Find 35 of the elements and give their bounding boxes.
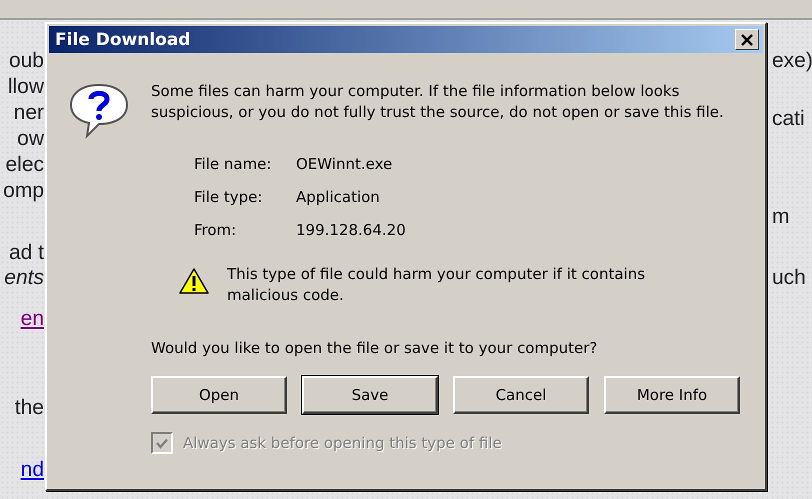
page-text: uch (772, 265, 806, 290)
dialog-button[interactable]: Open (151, 376, 287, 414)
page-text: omp (3, 178, 44, 203)
page-link[interactable]: en (20, 306, 44, 331)
field-label: From: (194, 220, 238, 241)
field-value: 199.128.64.20 (296, 220, 407, 241)
page-text: llow (8, 74, 44, 99)
page-text: oub (8, 48, 44, 73)
check-icon (156, 438, 168, 448)
page-text: m (772, 204, 790, 229)
close-button[interactable] (735, 29, 759, 50)
dialog-button[interactable]: Save (302, 376, 438, 414)
page-text: exe) (772, 48, 812, 73)
page-text: ad t (8, 240, 44, 265)
field-label: File name: (194, 154, 272, 175)
field-value: Application (296, 187, 381, 208)
page-text: the (14, 395, 44, 420)
page-text: ner (14, 100, 44, 125)
malicious-code-warning: This type of file could harm your computer if it contains malicious code. (227, 264, 646, 306)
close-icon (740, 34, 754, 46)
page-text: elec (5, 152, 44, 177)
question-text: Would you like to open the file or save it to your computer? (151, 338, 598, 359)
question-bubble-icon (67, 81, 131, 139)
dialog-button[interactable]: Cancel (453, 376, 589, 414)
warning-icon (179, 268, 209, 294)
checkbox-label: Always ask before opening this type of file (183, 434, 502, 452)
field-value: OEWinnt.exe (296, 154, 394, 175)
page-link[interactable]: nd (20, 457, 44, 482)
page-text: ents (4, 265, 44, 290)
field-label: File type: (194, 187, 264, 208)
dialog-button[interactable]: More Info (604, 376, 740, 414)
page-text: cati (772, 106, 805, 131)
page-text: ow (17, 126, 44, 151)
window-title: File Download (55, 30, 190, 50)
warning-message: Some files can harm your computer. If the file information below looks suspicious, or you do not fully trust the source, do not open or save this file. (151, 81, 725, 123)
